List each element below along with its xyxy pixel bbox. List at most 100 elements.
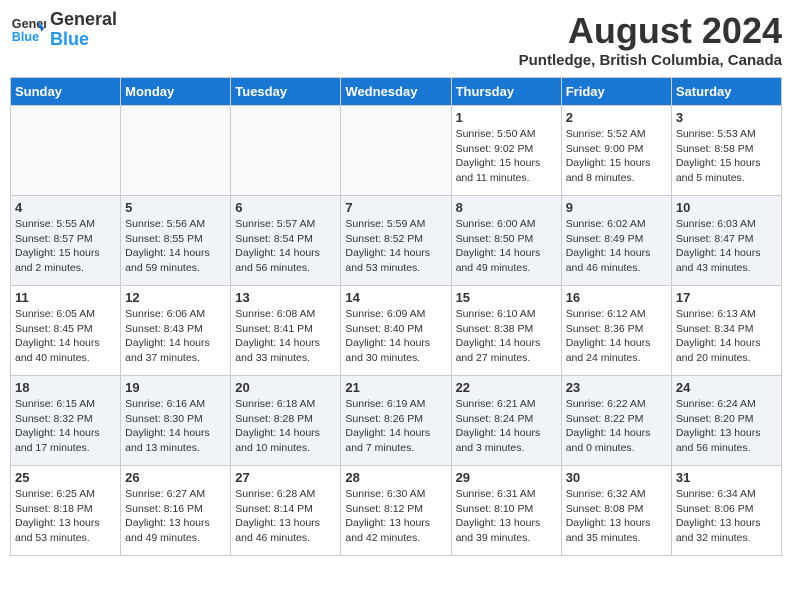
calendar-cell: 15Sunrise: 6:10 AMSunset: 8:38 PMDayligh… bbox=[451, 286, 561, 376]
day-number: 27 bbox=[235, 470, 336, 485]
day-info: Sunrise: 6:30 AMSunset: 8:12 PMDaylight:… bbox=[345, 487, 446, 546]
calendar-cell: 23Sunrise: 6:22 AMSunset: 8:22 PMDayligh… bbox=[561, 376, 671, 466]
day-number: 2 bbox=[566, 110, 667, 125]
calendar-cell: 2 Sunrise: 5:52 AMSunset: 9:00 PMDaylight… bbox=[561, 106, 671, 196]
day-info: Sunrise: 6:15 AMSunset: 8:32 PMDaylight:… bbox=[15, 397, 116, 456]
day-info: Sunrise: 6:25 AMSunset: 8:18 PMDaylight:… bbox=[15, 487, 116, 546]
calendar-cell: 3 Sunrise: 5:53 AMSunset: 8:58 PMDaylight… bbox=[671, 106, 781, 196]
day-number: 7 bbox=[345, 200, 446, 215]
day-info: Sunrise: 5:53 AMSunset: 8:58 PMDaylight:… bbox=[676, 127, 777, 186]
day-info: Sunrise: 6:24 AMSunset: 8:20 PMDaylight:… bbox=[676, 397, 777, 456]
week-row-1: 1 Sunrise: 5:50 AMSunset: 9:02 PMDaylight… bbox=[11, 106, 782, 196]
day-header-wednesday: Wednesday bbox=[341, 78, 451, 106]
calendar-cell: 26 Sunrise: 6:27 AMSunset: 8:16 PMDayligh… bbox=[121, 466, 231, 556]
day-info: Sunrise: 5:56 AMSunset: 8:55 PMDaylight:… bbox=[125, 217, 226, 276]
day-number: 17 bbox=[676, 290, 777, 305]
calendar-cell: 20Sunrise: 6:18 AMSunset: 8:28 PMDayligh… bbox=[231, 376, 341, 466]
calendar-cell: 22 Sunrise: 6:21 AMSunset: 8:24 PMDayligh… bbox=[451, 376, 561, 466]
day-number: 22 bbox=[456, 380, 557, 395]
day-info: Sunrise: 6:10 AMSunset: 8:38 PMDaylight:… bbox=[456, 307, 557, 366]
day-number: 19 bbox=[125, 380, 226, 395]
calendar: SundayMondayTuesdayWednesdayThursdayFrid… bbox=[10, 77, 782, 556]
logo-text: General Blue bbox=[50, 10, 117, 50]
calendar-cell: 27 Sunrise: 6:28 AMSunset: 8:14 PMDayligh… bbox=[231, 466, 341, 556]
calendar-cell: 7Sunrise: 5:59 AMSunset: 8:52 PMDaylight… bbox=[341, 196, 451, 286]
day-number: 4 bbox=[15, 200, 116, 215]
calendar-cell: 9 Sunrise: 6:02 AMSunset: 8:49 PMDaylight… bbox=[561, 196, 671, 286]
day-info: Sunrise: 6:03 AMSunset: 8:47 PMDaylight:… bbox=[676, 217, 777, 276]
calendar-cell: 5 Sunrise: 5:56 AMSunset: 8:55 PMDaylight… bbox=[121, 196, 231, 286]
day-info: Sunrise: 6:12 AMSunset: 8:36 PMDaylight:… bbox=[566, 307, 667, 366]
day-number: 11 bbox=[15, 290, 116, 305]
day-number: 31 bbox=[676, 470, 777, 485]
day-info: Sunrise: 6:02 AMSunset: 8:49 PMDaylight:… bbox=[566, 217, 667, 276]
day-info: Sunrise: 5:57 AMSunset: 8:54 PMDaylight:… bbox=[235, 217, 336, 276]
calendar-cell: 12 Sunrise: 6:06 AMSunset: 8:43 PMDayligh… bbox=[121, 286, 231, 376]
calendar-cell bbox=[11, 106, 121, 196]
day-header-tuesday: Tuesday bbox=[231, 78, 341, 106]
day-number: 21 bbox=[345, 380, 446, 395]
logo-icon: General Blue bbox=[10, 12, 46, 48]
day-header-friday: Friday bbox=[561, 78, 671, 106]
day-info: Sunrise: 6:09 AMSunset: 8:40 PMDaylight:… bbox=[345, 307, 446, 366]
day-info: Sunrise: 6:05 AMSunset: 8:45 PMDaylight:… bbox=[15, 307, 116, 366]
calendar-cell: 31 Sunrise: 6:34 AMSunset: 8:06 PMDayligh… bbox=[671, 466, 781, 556]
day-info: Sunrise: 5:50 AMSunset: 9:02 PMDaylight:… bbox=[456, 127, 557, 186]
day-number: 29 bbox=[456, 470, 557, 485]
day-number: 16 bbox=[566, 290, 667, 305]
week-row-2: 4 Sunrise: 5:55 AMSunset: 8:57 PMDaylight… bbox=[11, 196, 782, 286]
day-info: Sunrise: 6:27 AMSunset: 8:16 PMDaylight:… bbox=[125, 487, 226, 546]
calendar-cell: 24 Sunrise: 6:24 AMSunset: 8:20 PMDayligh… bbox=[671, 376, 781, 466]
calendar-cell: 1 Sunrise: 5:50 AMSunset: 9:02 PMDaylight… bbox=[451, 106, 561, 196]
day-number: 20 bbox=[235, 380, 336, 395]
day-number: 24 bbox=[676, 380, 777, 395]
calendar-cell: 14Sunrise: 6:09 AMSunset: 8:40 PMDayligh… bbox=[341, 286, 451, 376]
day-number: 8 bbox=[456, 200, 557, 215]
day-number: 9 bbox=[566, 200, 667, 215]
calendar-cell: 16 Sunrise: 6:12 AMSunset: 8:36 PMDayligh… bbox=[561, 286, 671, 376]
calendar-cell: 30 Sunrise: 6:32 AMSunset: 8:08 PMDayligh… bbox=[561, 466, 671, 556]
day-info: Sunrise: 6:34 AMSunset: 8:06 PMDaylight:… bbox=[676, 487, 777, 546]
month-title: August 2024 bbox=[519, 10, 782, 52]
day-info: Sunrise: 6:31 AMSunset: 8:10 PMDaylight:… bbox=[456, 487, 557, 546]
calendar-cell bbox=[121, 106, 231, 196]
calendar-cell: 11 Sunrise: 6:05 AMSunset: 8:45 PMDayligh… bbox=[11, 286, 121, 376]
calendar-cell: 4 Sunrise: 5:55 AMSunset: 8:57 PMDaylight… bbox=[11, 196, 121, 286]
calendar-cell: 29 Sunrise: 6:31 AMSunset: 8:10 PMDayligh… bbox=[451, 466, 561, 556]
day-info: Sunrise: 6:21 AMSunset: 8:24 PMDaylight:… bbox=[456, 397, 557, 456]
logo-line1: General bbox=[50, 10, 117, 30]
calendar-cell: 25 Sunrise: 6:25 AMSunset: 8:18 PMDayligh… bbox=[11, 466, 121, 556]
day-number: 30 bbox=[566, 470, 667, 485]
day-header-saturday: Saturday bbox=[671, 78, 781, 106]
day-info: Sunrise: 6:13 AMSunset: 8:34 PMDaylight:… bbox=[676, 307, 777, 366]
day-info: Sunrise: 5:52 AMSunset: 9:00 PMDaylight:… bbox=[566, 127, 667, 186]
calendar-cell: 13Sunrise: 6:08 AMSunset: 8:41 PMDayligh… bbox=[231, 286, 341, 376]
day-number: 26 bbox=[125, 470, 226, 485]
day-info: Sunrise: 6:28 AMSunset: 8:14 PMDaylight:… bbox=[235, 487, 336, 546]
day-number: 5 bbox=[125, 200, 226, 215]
title-area: August 2024 Puntledge, British Columbia,… bbox=[519, 10, 782, 69]
day-number: 12 bbox=[125, 290, 226, 305]
calendar-cell: 28Sunrise: 6:30 AMSunset: 8:12 PMDayligh… bbox=[341, 466, 451, 556]
calendar-cell bbox=[341, 106, 451, 196]
day-number: 6 bbox=[235, 200, 336, 215]
calendar-cell: 18 Sunrise: 6:15 AMSunset: 8:32 PMDayligh… bbox=[11, 376, 121, 466]
day-info: Sunrise: 6:32 AMSunset: 8:08 PMDaylight:… bbox=[566, 487, 667, 546]
location-title: Puntledge, British Columbia, Canada bbox=[519, 52, 782, 69]
day-info: Sunrise: 6:06 AMSunset: 8:43 PMDaylight:… bbox=[125, 307, 226, 366]
day-info: Sunrise: 6:19 AMSunset: 8:26 PMDaylight:… bbox=[345, 397, 446, 456]
week-row-5: 25 Sunrise: 6:25 AMSunset: 8:18 PMDayligh… bbox=[11, 466, 782, 556]
day-number: 13 bbox=[235, 290, 336, 305]
calendar-cell bbox=[231, 106, 341, 196]
day-number: 1 bbox=[456, 110, 557, 125]
day-number: 25 bbox=[15, 470, 116, 485]
calendar-cell: 17 Sunrise: 6:13 AMSunset: 8:34 PMDayligh… bbox=[671, 286, 781, 376]
day-info: Sunrise: 5:55 AMSunset: 8:57 PMDaylight:… bbox=[15, 217, 116, 276]
day-header-sunday: Sunday bbox=[11, 78, 121, 106]
calendar-cell: 6 Sunrise: 5:57 AMSunset: 8:54 PMDaylight… bbox=[231, 196, 341, 286]
day-info: Sunrise: 6:16 AMSunset: 8:30 PMDaylight:… bbox=[125, 397, 226, 456]
day-info: Sunrise: 6:22 AMSunset: 8:22 PMDaylight:… bbox=[566, 397, 667, 456]
day-header-monday: Monday bbox=[121, 78, 231, 106]
day-number: 18 bbox=[15, 380, 116, 395]
day-number: 3 bbox=[676, 110, 777, 125]
